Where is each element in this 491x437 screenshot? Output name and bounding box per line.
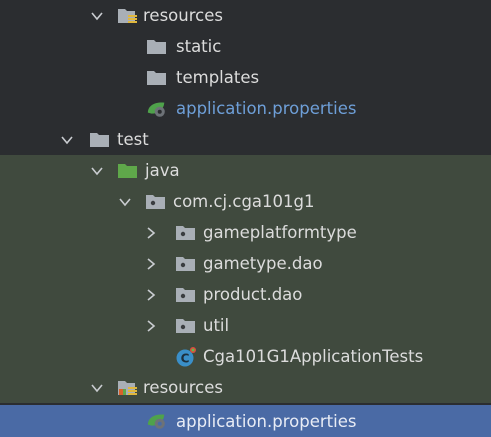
tree-row-label: application.properties [176,411,357,431]
tree-row-application-tests[interactable]: C Cga101G1ApplicationTests [0,341,491,372]
tree-row-test-application-properties[interactable]: application.properties [0,405,491,437]
tree-row-label: product.dao [203,285,303,304]
tree-row-resources[interactable]: resources [0,0,491,31]
tree-row-label: util [203,316,230,335]
no-chevron [159,349,175,365]
tree-row-product-dao[interactable]: product.dao [0,279,491,310]
project-tree: resources static templates application.p… [0,0,491,437]
no-chevron [130,101,146,117]
chevron-down-icon[interactable] [89,8,105,24]
svg-text:C: C [181,351,190,365]
test-resources-folder-icon [117,378,139,398]
test-source-folder-icon [117,161,139,181]
folder-icon [146,68,168,88]
chevron-down-icon[interactable] [89,163,105,179]
tree-row-templates[interactable]: templates [0,62,491,93]
resources-folder-icon [117,6,139,26]
tree-row-static[interactable]: static [0,31,491,62]
tree-row-label: test [117,130,149,149]
tree-row-label: gameplatformtype [203,223,357,242]
chevron-right-icon[interactable] [143,287,159,303]
chevron-down-icon[interactable] [89,380,105,396]
tree-row-label: templates [176,68,260,87]
no-chevron [130,413,146,429]
chevron-down-icon[interactable] [59,132,75,148]
package-icon [175,316,197,336]
chevron-right-icon[interactable] [143,256,159,272]
chevron-down-icon[interactable] [117,194,133,210]
tree-row-java[interactable]: java [0,155,491,186]
tree-row-label: application.properties [176,99,357,118]
package-icon [175,254,197,274]
package-icon [175,285,197,305]
tree-row-label: Cga101G1ApplicationTests [203,347,424,366]
package-icon [145,192,167,212]
chevron-right-icon[interactable] [143,225,159,241]
tree-row-label: gametype.dao [203,254,323,273]
tree-row-label: java [145,161,180,180]
tree-row-test[interactable]: test [0,124,491,155]
folder-icon [146,37,168,57]
tree-row-label: resources [143,378,223,397]
chevron-right-icon[interactable] [143,318,159,334]
no-chevron [130,70,146,86]
tree-row-label: com.cj.cga101g1 [173,192,315,211]
tree-row-label: resources [143,6,223,25]
tree-row-test-resources[interactable]: resources [0,372,491,403]
folder-icon [89,130,111,150]
tree-row-label: static [176,37,222,56]
no-chevron [130,39,146,55]
tree-row-gametype-dao[interactable]: gametype.dao [0,248,491,279]
spring-properties-icon [146,99,168,119]
tree-row-package-root[interactable]: com.cj.cga101g1 [0,186,491,217]
tree-row-gameplatformtype[interactable]: gameplatformtype [0,217,491,248]
spring-properties-icon [146,411,168,431]
package-icon [175,223,197,243]
tree-row-application-properties[interactable]: application.properties [0,93,491,124]
test-class-icon: C [175,346,197,367]
tree-row-util[interactable]: util [0,310,491,341]
